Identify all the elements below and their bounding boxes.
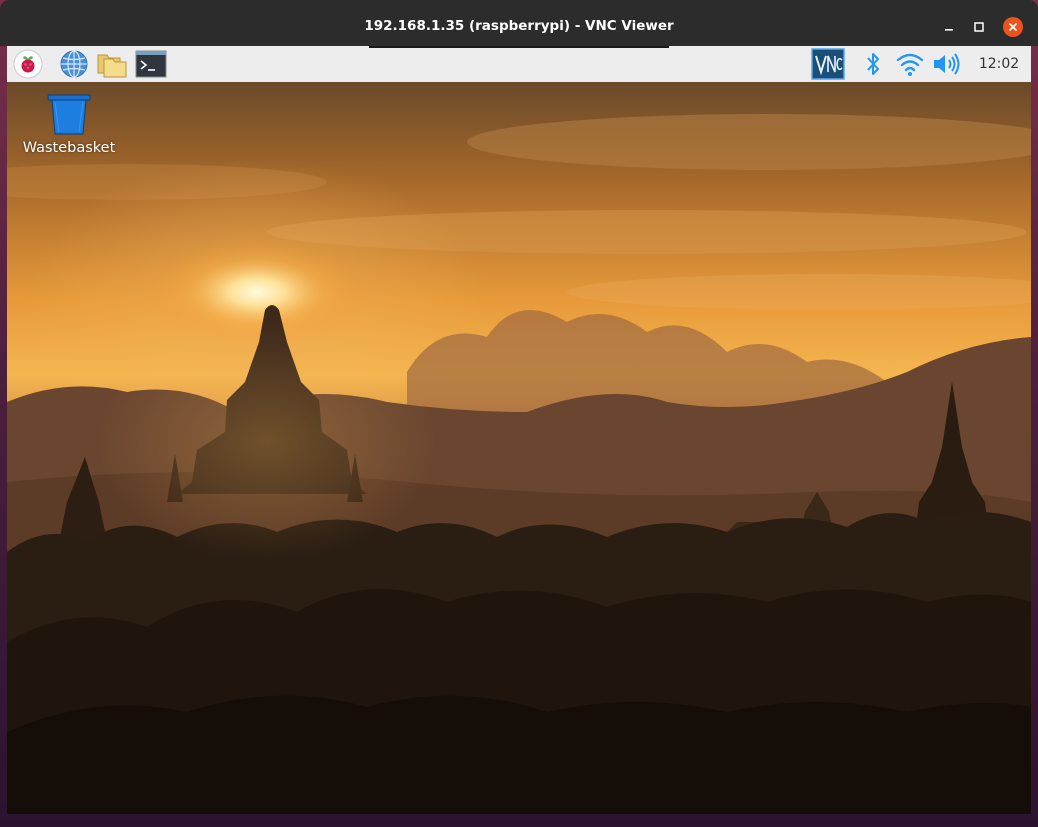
maximize-button[interactable]	[969, 17, 989, 37]
window-title: 192.168.1.35 (raspberrypi) - VNC Viewer	[364, 18, 674, 34]
title-bar[interactable]: 192.168.1.35 (raspberrypi) - VNC Viewer	[0, 0, 1038, 46]
clock[interactable]: 12:02	[969, 46, 1029, 82]
wifi-tray-button[interactable]	[894, 49, 926, 79]
vnc-server-tray-button[interactable]	[811, 48, 845, 80]
minimize-icon	[945, 29, 953, 31]
bluetooth-tray-button[interactable]	[857, 49, 889, 79]
wifi-icon	[896, 53, 924, 76]
file-manager-icon	[97, 54, 127, 78]
file-manager-button[interactable]	[96, 49, 128, 79]
raspberry-pi-menu-icon	[13, 49, 43, 79]
wallpaper-image	[7, 82, 1031, 814]
vnc-server-icon	[811, 48, 845, 80]
wastebasket-icon	[47, 94, 91, 135]
close-icon	[1009, 23, 1017, 31]
close-button[interactable]	[1003, 17, 1023, 37]
terminal-button[interactable]	[135, 49, 167, 79]
raspberry-pi-menu-button[interactable]	[12, 49, 44, 79]
wastebasket-label: Wastebasket	[22, 140, 116, 156]
terminal-icon	[135, 50, 167, 78]
web-browser-button[interactable]	[58, 49, 90, 79]
remote-desktop-view[interactable]: 12:02 Wastebasket	[7, 46, 1031, 814]
desktop[interactable]: Wastebasket	[7, 82, 1031, 814]
web-browser-icon	[60, 50, 88, 78]
minimize-button[interactable]	[939, 17, 959, 37]
volume-tray-button[interactable]	[931, 49, 963, 79]
wastebasket-desktop-item[interactable]: Wastebasket	[19, 94, 119, 166]
volume-icon	[934, 53, 960, 75]
bluetooth-icon	[867, 53, 879, 75]
vnc-viewer-window: 192.168.1.35 (raspberrypi) - VNC Viewer	[0, 0, 1038, 827]
maximize-icon	[974, 22, 984, 32]
taskbar: 12:02	[7, 46, 1031, 83]
vnc-toolbar-handle[interactable]	[369, 46, 669, 48]
